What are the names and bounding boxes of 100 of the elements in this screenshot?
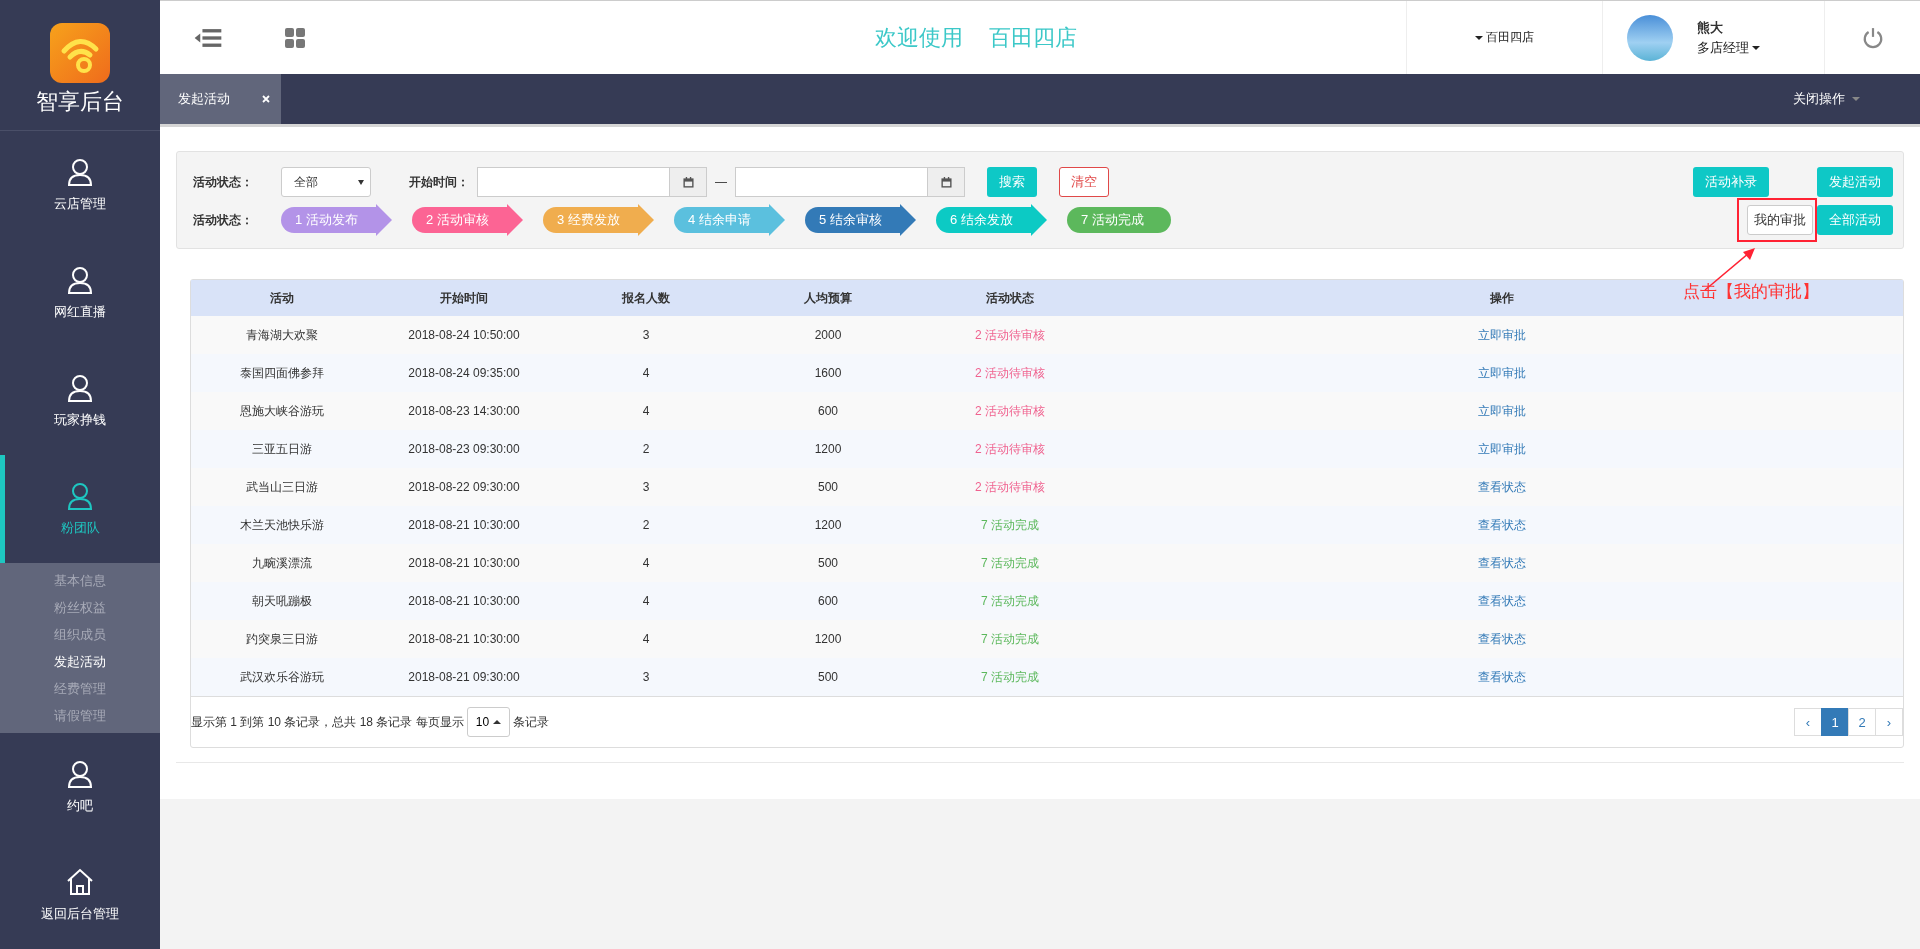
table-cell: 2 — [555, 430, 737, 468]
table-cell: 600 — [737, 392, 919, 430]
view-toggle-button[interactable]: 我的审批 — [1747, 205, 1813, 235]
action-link[interactable]: 立即审批 — [1478, 327, 1526, 342]
logo-icon — [50, 23, 110, 84]
table-cell: 2018-08-24 09:35:00 — [373, 354, 555, 392]
table-cell: 3 — [555, 316, 737, 354]
grid-icon[interactable] — [284, 27, 306, 48]
pagination-summary: 显示第 1 到第 10 条记录，总共 18 条记录 每页显示 — [191, 713, 464, 731]
date-field[interactable] — [477, 167, 707, 197]
table-cell: 2018-08-23 14:30:00 — [373, 392, 555, 430]
page-button[interactable]: 2 — [1848, 708, 1876, 736]
sidebar-item[interactable]: 返回后台管理 — [0, 841, 155, 949]
submenu-item[interactable]: 请假管理 — [0, 702, 160, 730]
status-cell: 7 活动完成 — [919, 506, 1101, 544]
table-cell: 2000 — [737, 316, 919, 354]
status-cell: 2 活动待审核 — [919, 316, 1101, 354]
status-cell: 2 活动待审核 — [919, 430, 1101, 468]
table-cell: 2 — [555, 506, 737, 544]
table-cell: 4 — [555, 354, 737, 392]
calendar-icon — [682, 176, 694, 188]
welcome-text: 欢迎使用 — [875, 23, 963, 52]
table-cell: 4 — [555, 544, 737, 582]
table-cell: 朝天吼蹦极 — [191, 582, 373, 620]
page-tab[interactable]: 发起活动 — [160, 74, 281, 124]
store-title: 百田四店 — [989, 23, 1077, 52]
action-link[interactable]: 立即审批 — [1478, 441, 1526, 456]
person-icon — [65, 481, 95, 512]
action-link[interactable]: 查看状态 — [1478, 517, 1526, 532]
sidebar-item[interactable]: 云店管理 — [0, 131, 155, 240]
role-dropdown[interactable]: 多店经理 — [1697, 38, 1760, 57]
close-icon[interactable] — [261, 94, 271, 104]
clear-button[interactable]: 清空 — [1059, 167, 1109, 197]
home-icon — [65, 867, 95, 898]
table-cell: 500 — [737, 468, 919, 506]
status-step[interactable]: 7 活动完成 — [1067, 204, 1171, 236]
store-dropdown[interactable]: 百田四店 — [1475, 29, 1534, 46]
submenu-item[interactable]: 组织成员 — [0, 621, 160, 649]
page-button[interactable]: › — [1875, 708, 1903, 736]
pagination-summary: 条记录 — [513, 713, 550, 731]
date-separator: — — [715, 175, 727, 189]
column-header: 开始时间 — [373, 280, 555, 316]
action-link[interactable]: 查看状态 — [1478, 669, 1526, 684]
action-link[interactable]: 查看状态 — [1478, 555, 1526, 570]
field-label: 活动状态： — [193, 211, 254, 229]
table-cell: 木兰天池快乐游 — [191, 506, 373, 544]
status-select[interactable]: 全部 — [281, 167, 371, 197]
table-cell: 3 — [555, 468, 737, 506]
person-icon — [65, 265, 95, 296]
submenu-item[interactable]: 发起活动 — [0, 648, 160, 676]
table-cell: 2018-08-23 09:30:00 — [373, 430, 555, 468]
action-link[interactable]: 查看状态 — [1478, 631, 1526, 646]
submenu-item[interactable]: 基本信息 — [0, 567, 160, 595]
avatar — [1627, 14, 1673, 61]
table-cell: 三亚五日游 — [191, 430, 373, 468]
table-cell: 青海湖大欢聚 — [191, 316, 373, 354]
table-cell: 1200 — [737, 506, 919, 544]
page-size-select[interactable]: 10 — [466, 707, 511, 737]
table-cell: 趵突泉三日游 — [191, 620, 373, 658]
status-cell: 7 活动完成 — [919, 582, 1101, 620]
action-link[interactable]: 查看状态 — [1478, 593, 1526, 608]
column-header: 报名人数 — [555, 280, 737, 316]
status-cell: 2 活动待审核 — [919, 354, 1101, 392]
table-cell: 4 — [555, 620, 737, 658]
date-field[interactable] — [735, 167, 965, 197]
action-link[interactable]: 立即审批 — [1478, 365, 1526, 380]
table-cell: 2018-08-21 10:30:00 — [373, 544, 555, 582]
table-cell: 2018-08-22 09:30:00 — [373, 468, 555, 506]
page-button[interactable]: ‹ — [1794, 708, 1822, 736]
action-link[interactable]: 查看状态 — [1478, 479, 1526, 494]
status-cell: 7 活动完成 — [919, 544, 1101, 582]
logo-text: 智享后台 — [36, 88, 124, 117]
status-cell: 7 活动完成 — [919, 658, 1101, 696]
user-name: 熊大 — [1697, 18, 1724, 37]
table-cell: 九畹溪漂流 — [191, 544, 373, 582]
column-header: 活动 — [191, 280, 373, 316]
close-actions-dropdown[interactable]: 关闭操作 — [1793, 74, 1860, 124]
sidebar-item[interactable]: 网红直播 — [0, 239, 155, 348]
column-header: 活动状态 — [919, 280, 1101, 316]
table-cell: 1600 — [737, 354, 919, 392]
action-link[interactable]: 立即审批 — [1478, 403, 1526, 418]
submenu-item[interactable]: 经费管理 — [0, 675, 160, 703]
page-button[interactable]: 1 — [1821, 708, 1849, 736]
status-cell: 7 活动完成 — [919, 620, 1101, 658]
table-cell: 3 — [555, 658, 737, 696]
table-cell: 4 — [555, 582, 737, 620]
table-cell: 2018-08-21 10:30:00 — [373, 582, 555, 620]
table-cell: 武汉欢乐谷游玩 — [191, 658, 373, 696]
table-cell: 2018-08-21 10:30:00 — [373, 620, 555, 658]
table-cell: 2018-08-21 09:30:00 — [373, 658, 555, 696]
column-header: 人均预算 — [737, 280, 919, 316]
field-label: 活动状态： — [193, 173, 254, 191]
submenu-item[interactable]: 粉丝权益 — [0, 594, 160, 622]
sidebar-item[interactable]: 约吧 — [0, 733, 155, 842]
table-cell: 恩施大峡谷游玩 — [191, 392, 373, 430]
person-icon — [65, 759, 95, 790]
table-cell: 500 — [737, 658, 919, 696]
table-cell: 500 — [737, 544, 919, 582]
sidebar-item[interactable]: 玩家挣钱 — [0, 347, 155, 456]
power-icon[interactable] — [1861, 26, 1884, 49]
